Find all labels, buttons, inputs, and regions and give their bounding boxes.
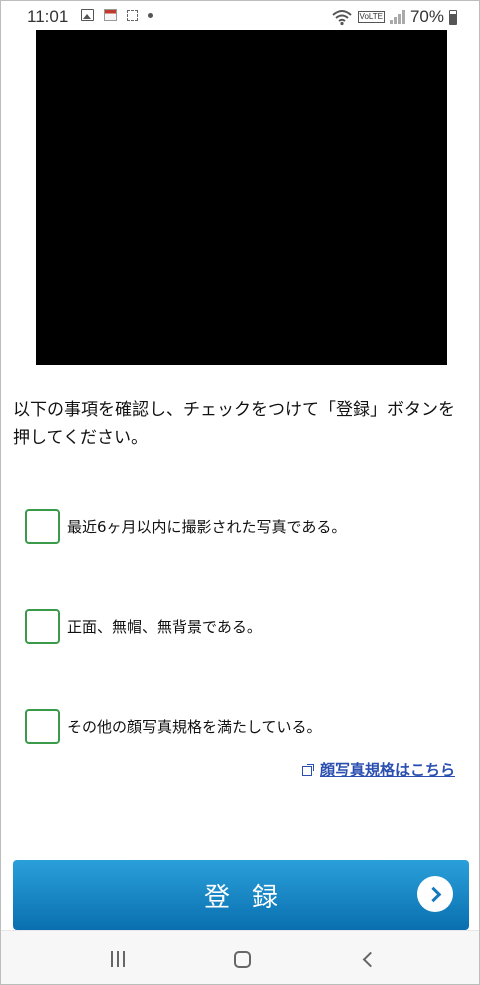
signal-icon: [389, 10, 405, 24]
chevron-right-icon: [417, 876, 453, 912]
check-label-front-facing: 正面、無帽、無背景である。: [67, 618, 262, 636]
checkbox-other-specs[interactable]: [25, 709, 60, 744]
recent-apps-icon: [111, 951, 125, 967]
check-recent-photo[interactable]: 最近6ヶ月以内に撮影された写真である。: [25, 509, 346, 544]
back-button[interactable]: [337, 931, 397, 984]
home-icon: [233, 950, 251, 968]
status-system-icons: VoLTE 70%: [331, 7, 457, 27]
volte-icon: VoLTE: [357, 11, 385, 23]
status-notification-icons: [81, 9, 153, 21]
check-label-recent-photo: 最近6ヶ月以内に撮影された写真である。: [67, 518, 347, 536]
battery-percentage: 70%: [409, 7, 444, 26]
photo-spec-link-text[interactable]: 顔写真規格はこちら: [320, 759, 455, 780]
camera-preview: [36, 30, 447, 365]
instruction-text: 以下の事項を確認し、チェックをつけて「登録」ボタンを押してください。: [13, 400, 455, 448]
phone-screen: 11:01 VoLTE 70% 以下の事項を確認し、チェックをつけて「登録」ボタ…: [0, 0, 480, 985]
status-time: 11:01: [27, 7, 69, 26]
battery-icon: [449, 9, 457, 25]
checkbox-front-facing[interactable]: [25, 609, 60, 644]
dot-icon: [148, 12, 153, 18]
image-icon: [81, 9, 94, 21]
external-link-icon: [301, 763, 314, 776]
home-button[interactable]: [212, 931, 272, 984]
register-button-label: 登録: [203, 883, 300, 913]
register-button[interactable]: 登録: [13, 860, 469, 930]
check-front-facing[interactable]: 正面、無帽、無背景である。: [25, 609, 262, 644]
status-bar: 11:01 VoLTE 70%: [1, 1, 479, 31]
news-icon: [104, 9, 117, 21]
recent-apps-button[interactable]: [88, 931, 148, 984]
navigation-bar: [1, 930, 479, 984]
back-icon: [362, 951, 378, 967]
check-label-other-specs: その他の顔写真規格を満たしている。: [67, 718, 322, 736]
checkbox-recent-photo[interactable]: [25, 509, 60, 544]
wifi-icon: [331, 10, 352, 26]
photo-spec-link[interactable]: 顔写真規格はこちら: [301, 759, 455, 780]
check-other-specs[interactable]: その他の顔写真規格を満たしている。: [25, 709, 322, 744]
expand-icon: [127, 9, 138, 21]
